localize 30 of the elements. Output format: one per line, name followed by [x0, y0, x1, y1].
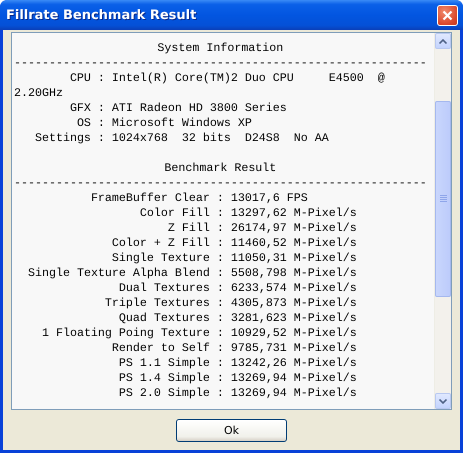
scroll-up-button[interactable]	[435, 33, 451, 49]
info-line: Settings : 1024x768 32 bits D24S8 No AA	[34, 131, 330, 146]
info-line: Color Fill : 13297,62 M-Pixel/s	[138, 206, 358, 221]
dashed-rule: -----------------------------------------------------------	[14, 56, 427, 71]
info-line: Triple Textures : 4305,873 M-Pixel/s	[104, 296, 358, 311]
info-line: Z Fill : 26174,97 M-Pixel/s	[166, 221, 358, 236]
scroll-thumb[interactable]	[435, 101, 451, 297]
section-heading: Benchmark Result	[164, 161, 276, 175]
info-line: OS : Microsoft Windows XP	[76, 116, 253, 131]
info-line: FrameBuffer Clear : 13017,6 FPS	[90, 191, 309, 206]
info-line: PS 2.0 Simple : 13269,94 M-Pixel/s	[118, 386, 358, 401]
info-line: Single Texture Alpha Blend : 5508,798 M-Pixel/s	[26, 266, 358, 281]
info-line: GFX : ATI Radeon HD 3800 Series	[68, 101, 288, 116]
info-line: Render to Self : 9785,731 M-Pixel/s	[110, 341, 358, 356]
section-heading: System Information	[157, 41, 284, 55]
grip-icon	[440, 195, 446, 203]
dashed-rule: -----------------------------------------------------------	[14, 176, 427, 191]
info-line: CPU : Intel(R) Core(TM)2 Duo CPU E4500 @ 2.20GHz	[14, 71, 386, 101]
info-line: Quad Textures : 3281,623 M-Pixel/s	[118, 311, 358, 326]
ok-button[interactable]: Ok	[176, 419, 287, 442]
scroll-down-button[interactable]	[435, 393, 451, 409]
info-line: PS 1.4 Simple : 13269,94 M-Pixel/s	[118, 371, 358, 386]
info-line: Single Texture : 11050,31 M-Pixel/s	[110, 251, 358, 266]
info-line: Dual Textures : 6233,574 M-Pixel/s	[118, 281, 358, 296]
info-line: PS 1.1 Simple : 13242,26 M-Pixel/s	[118, 356, 358, 371]
close-button[interactable]	[437, 4, 458, 26]
info-line: 1 Floating Poing Texture : 10929,52 M-Pixel/s	[40, 326, 358, 341]
info-line: Color + Z Fill : 11460,52 M-Pixel/s	[110, 236, 358, 251]
window-title: Fillrate Benchmark Result	[6, 8, 198, 22]
close-icon	[442, 10, 453, 20]
